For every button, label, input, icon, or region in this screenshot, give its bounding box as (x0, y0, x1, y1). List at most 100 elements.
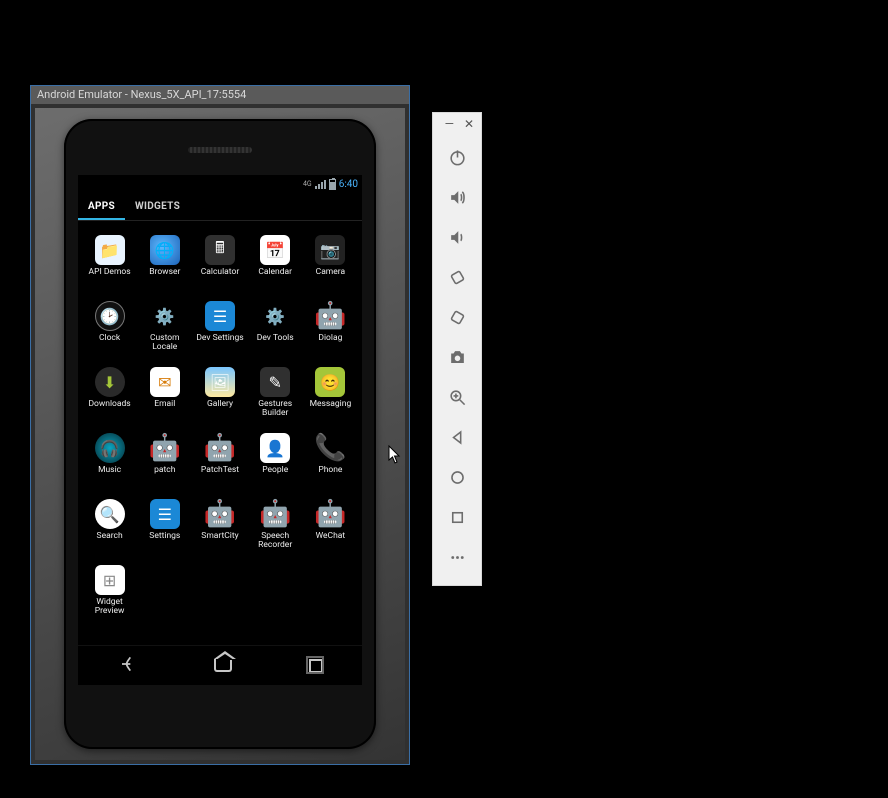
rotate-left-button[interactable] (433, 257, 481, 297)
app-smartcity[interactable]: 🤖 SmartCity (192, 497, 247, 563)
rotate-right-button[interactable] (433, 297, 481, 337)
app-music[interactable]: 🎧Music (82, 431, 137, 497)
app-label: Calculator (201, 268, 239, 277)
app-email[interactable]: ✉Email (137, 365, 192, 431)
earpiece (188, 147, 252, 153)
app-label: Diolag (318, 334, 342, 343)
app-calculator[interactable]: 🖩 Calculator (192, 233, 247, 299)
toolbar-window-controls: — ✕ (433, 117, 481, 137)
app-widget-preview[interactable]: ⊞Widget Preview (82, 563, 137, 629)
people-icon: 👤 (260, 433, 290, 463)
phone-frame: 4G 6:40 APPS WIDGETS 📁API Demos🌐Browser🖩… (64, 119, 376, 749)
nav-back-button[interactable] (99, 648, 155, 684)
app-label: Settings (149, 532, 180, 541)
android-icon: 🤖 (260, 499, 290, 529)
app-messaging[interactable]: 😊 Messaging (303, 365, 358, 431)
app-label: Custom Locale (138, 334, 192, 353)
app-browser[interactable]: 🌐Browser (137, 233, 192, 299)
square-overview-icon (448, 508, 467, 527)
emulator-window: Android Emulator - Nexus_5X_API_17:5554 … (30, 85, 410, 765)
calendar-icon: 📅 (260, 235, 290, 265)
app-custom-locale[interactable]: ⚙️Custom Locale (137, 299, 192, 365)
app-label: API Demos (89, 268, 131, 277)
app-label: PatchTest (201, 466, 239, 475)
music-icon: 🎧 (95, 433, 125, 463)
app-label: Widget Preview (83, 598, 137, 617)
android-icon: 🤖 (205, 499, 235, 529)
tab-apps-label: APPS (88, 201, 115, 212)
app-wechat[interactable]: 🤖WeChat (303, 497, 358, 563)
app-speech-recorder[interactable]: 🤖Speech Recorder (248, 497, 303, 563)
app-dev-tools[interactable]: ⚙️Dev Tools (248, 299, 303, 365)
msg-icon: 😊 (315, 367, 345, 397)
app-diolag[interactable]: 🤖Diolag (303, 299, 358, 365)
emulator-toolbar: — ✕ (432, 112, 482, 586)
app-label: Downloads (88, 400, 130, 409)
circle-home-icon (448, 468, 467, 487)
emulator-title: Android Emulator - Nexus_5X_API_17:5554 (37, 88, 246, 101)
sliders-icon: ☰ (150, 499, 180, 529)
app-label: SmartCity (201, 532, 238, 541)
android-icon: 🤖 (205, 433, 235, 463)
app-people[interactable]: 👤 People (248, 431, 303, 497)
camera-icon (448, 348, 467, 367)
app-phone[interactable]: 📞 Phone (303, 431, 358, 497)
battery-icon (329, 179, 336, 190)
app-label: Phone (318, 466, 342, 475)
phone-screen: 4G 6:40 APPS WIDGETS 📁API Demos🌐Browser🖩… (78, 175, 362, 685)
power-button[interactable] (433, 137, 481, 177)
more-icon (448, 548, 467, 567)
app-patchtest[interactable]: 🤖 PatchTest (192, 431, 247, 497)
volume-up-icon (448, 188, 467, 207)
search-icon: 🔍 (95, 499, 125, 529)
app-calendar[interactable]: 📅Calendar (248, 233, 303, 299)
tab-widgets-label: WIDGETS (135, 201, 180, 212)
app-grid: 📁API Demos🌐Browser 🖩 Calculator 📅Calendar📷C… (78, 221, 362, 645)
app-label: Messaging (310, 400, 352, 409)
app-downloads[interactable]: ⬇Downloads (82, 365, 137, 431)
minimize-button[interactable]: — (445, 117, 454, 131)
app-label: People (262, 466, 288, 475)
rotate-right-icon (448, 308, 467, 327)
toolbar-overview-button[interactable] (433, 497, 481, 537)
nav-recent-button[interactable] (291, 653, 341, 679)
app-patch[interactable]: 🤖patch (137, 431, 192, 497)
toolbar-back-button[interactable] (433, 417, 481, 457)
volume-down-icon (448, 228, 467, 247)
app-label: Gallery (207, 400, 233, 409)
app-gestures-builder[interactable]: ✎Gestures Builder (248, 365, 303, 431)
app-label: Browser (149, 268, 180, 277)
mail-icon: ✉ (150, 367, 180, 397)
app-label: Camera (316, 268, 345, 277)
close-button[interactable]: ✕ (464, 117, 474, 131)
toolbar-home-button[interactable] (433, 457, 481, 497)
tab-apps[interactable]: APPS (78, 193, 125, 220)
app-dev-settings[interactable]: ☰Dev Settings (192, 299, 247, 365)
app-settings[interactable]: ☰ Settings (137, 497, 192, 563)
zoom-button[interactable] (433, 377, 481, 417)
signal-icon (315, 180, 326, 189)
app-clock[interactable]: 🕑Clock (82, 299, 137, 365)
app-gallery[interactable]: 🖼Gallery (192, 365, 247, 431)
sliders-icon: ☰ (205, 301, 235, 331)
volume-up-button[interactable] (433, 177, 481, 217)
app-label: Gestures Builder (248, 400, 302, 419)
calc-icon: 🖩 (205, 235, 235, 265)
launcher-tabs: APPS WIDGETS (78, 193, 362, 221)
app-camera[interactable]: 📷Camera (303, 233, 358, 299)
app-search[interactable]: 🔍Search (82, 497, 137, 563)
navigation-bar (78, 645, 362, 685)
app-label: patch (154, 466, 175, 475)
tab-widgets[interactable]: WIDGETS (125, 193, 190, 220)
nav-home-button[interactable] (196, 653, 250, 678)
toolbar-more-button[interactable] (433, 537, 481, 577)
app-label: Dev Tools (257, 334, 294, 343)
screenshot-button[interactable] (433, 337, 481, 377)
app-label: Clock (99, 334, 120, 343)
emulator-body: 4G 6:40 APPS WIDGETS 📁API Demos🌐Browser🖩… (35, 108, 405, 760)
volume-down-button[interactable] (433, 217, 481, 257)
emulator-titlebar[interactable]: Android Emulator - Nexus_5X_API_17:5554 (31, 86, 409, 104)
phone-icon: 📞 (315, 433, 345, 463)
app-api-demos[interactable]: 📁API Demos (82, 233, 137, 299)
triangle-back-icon (448, 428, 467, 447)
